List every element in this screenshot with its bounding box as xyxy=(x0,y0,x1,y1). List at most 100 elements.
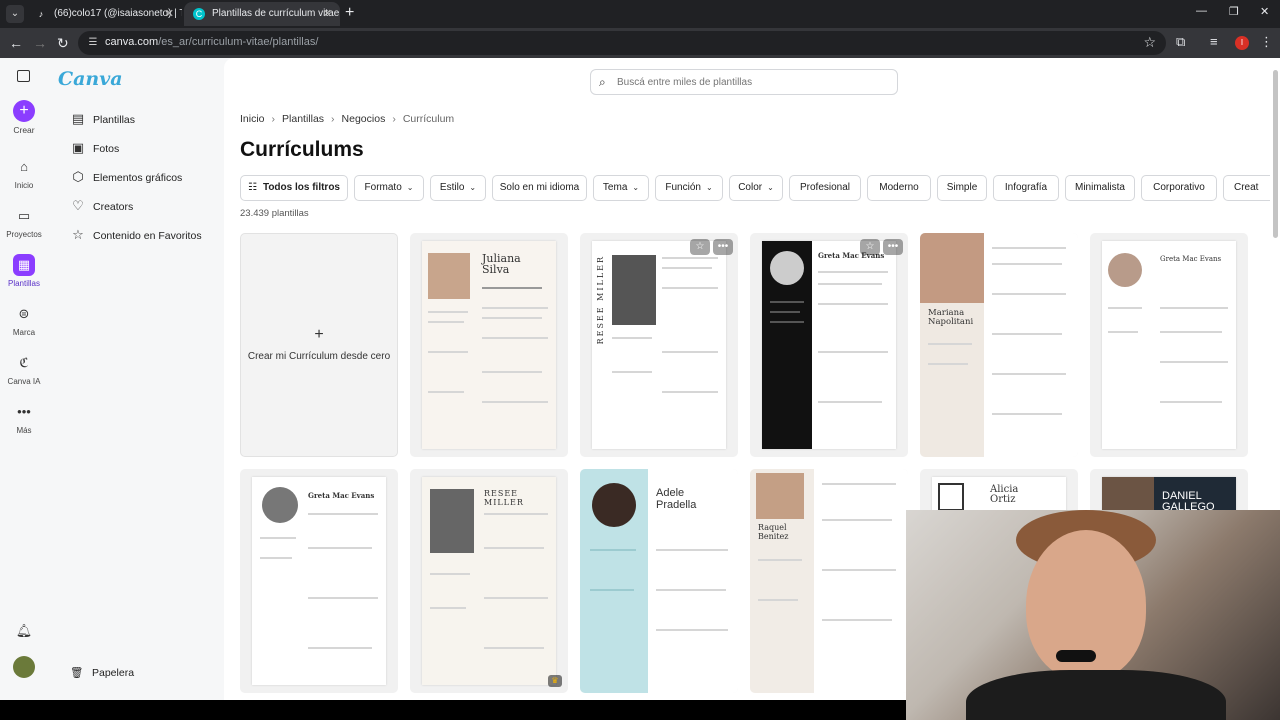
sidebar-item-creators[interactable]: ♡ Creators xyxy=(70,196,133,216)
templates-icon: ▦ xyxy=(13,254,35,276)
filter-idioma[interactable]: Solo en mi idioma xyxy=(492,175,587,201)
tab-canva[interactable]: C Plantillas de currículum vitae p ✕ xyxy=(184,2,340,26)
maximize-icon[interactable]: ❐ xyxy=(1229,5,1239,18)
sidebar-toggle-icon[interactable] xyxy=(17,70,30,82)
chip-label: Simple xyxy=(946,182,978,193)
resume-line xyxy=(818,303,888,305)
menu-dots-icon[interactable]: ⋮ xyxy=(1260,34,1273,50)
breadcrumb-plantillas[interactable]: Plantillas xyxy=(282,113,324,125)
extensions-icon[interactable]: ⧉ xyxy=(1176,34,1185,50)
trash-icon: 🗑︎ xyxy=(70,667,84,679)
rail-item-inicio[interactable]: ⌂ Inicio xyxy=(0,156,48,190)
close-icon[interactable]: ✕ xyxy=(323,2,332,26)
chip-simple[interactable]: Simple xyxy=(937,175,987,201)
resume-line xyxy=(612,371,652,373)
chip-corporativo[interactable]: Corporativo xyxy=(1141,175,1217,201)
resume-line xyxy=(590,549,636,551)
close-icon[interactable]: ✕ xyxy=(165,2,174,26)
rail-item-proyectos[interactable]: ▭ Proyectos xyxy=(0,205,48,239)
rail-item-marca[interactable]: ⊜ Marca xyxy=(0,303,48,337)
resume-line xyxy=(308,513,378,515)
reload-icon[interactable]: ↻ xyxy=(57,34,69,52)
blank-resume-card[interactable]: + Crear mi Currículum desde cero xyxy=(240,233,398,457)
filter-formato[interactable]: Formato ⌄ xyxy=(354,175,424,201)
tab-tiktok[interactable]: ♪ (66)colo17 (@isaiasoneto) | TikT ✕ xyxy=(26,2,182,26)
resume-photo xyxy=(592,483,636,527)
template-card[interactable]: Adele Pradella xyxy=(580,469,738,693)
sidebar-item-elementos[interactable]: ⬡ Elementos gráficos xyxy=(70,167,182,187)
more-options-icon[interactable]: ••• xyxy=(883,239,903,255)
menu-label: Elementos gráficos xyxy=(93,172,183,184)
menu-label: Contenido en Favoritos xyxy=(93,230,202,242)
resume-line xyxy=(822,619,892,621)
resume-line xyxy=(428,391,464,393)
rail-item-canva-ia[interactable]: ℭ Canva IA xyxy=(0,352,48,386)
favorite-star-icon[interactable]: ☆ xyxy=(860,239,880,255)
chip-label: Corporativo xyxy=(1153,182,1205,193)
filter-funcion[interactable]: Función ⌄ xyxy=(655,175,723,201)
forward-icon[interactable]: → xyxy=(33,34,47,52)
template-icon: ▤ xyxy=(71,111,85,126)
template-card[interactable]: RESEE MILLER ☆ ••• xyxy=(580,233,738,457)
resume-thumbnail: Greta Mac Evans xyxy=(1102,241,1236,449)
user-avatar[interactable] xyxy=(0,656,48,681)
sidebar-item-fotos[interactable]: ▣ Fotos xyxy=(70,138,119,158)
chevron-down-icon: ⌄ xyxy=(705,183,713,192)
rail-item-mas[interactable]: ••• Más xyxy=(0,401,48,435)
resume-photo xyxy=(1108,253,1142,287)
template-card[interactable]: Greta Mac Evans ☆ ••• xyxy=(750,233,908,457)
blank-resume-label: Crear mi Currículum desde cero xyxy=(247,351,391,362)
sidebar-item-favoritos[interactable]: ☆ Contenido en Favoritos xyxy=(70,225,202,245)
browser-window: ⌄ ♪ (66)colo17 (@isaiasoneto) | TikT ✕ C… xyxy=(0,0,1280,720)
favorite-star-icon[interactable]: ☆ xyxy=(690,239,710,255)
template-card[interactable]: Raquel Benitez xyxy=(750,469,908,693)
more-icon: ••• xyxy=(17,404,31,419)
site-info-icon[interactable]: ☰ xyxy=(86,36,100,50)
back-icon[interactable]: ← xyxy=(9,34,23,52)
chevron-right-icon: › xyxy=(392,113,396,125)
template-card[interactable]: Greta Mac Evans xyxy=(1090,233,1248,457)
more-options-icon[interactable]: ••• xyxy=(713,239,733,255)
filter-tema[interactable]: Tema ⌄ xyxy=(593,175,649,201)
breadcrumb-negocios[interactable]: Negocios xyxy=(342,113,386,125)
chip-label: Solo en mi idioma xyxy=(499,182,580,193)
filter-estilo[interactable]: Estilo ⌄ xyxy=(430,175,486,201)
search-bar[interactable]: ⌕ xyxy=(590,69,898,95)
template-card[interactable]: Mariana Napolitani xyxy=(920,233,1078,457)
rail-create[interactable]: + Crear xyxy=(0,100,48,135)
resume-photo xyxy=(920,233,984,303)
profile-avatar[interactable]: I xyxy=(1235,36,1249,50)
chip-moderno[interactable]: Moderno xyxy=(867,175,931,201)
resume-line xyxy=(662,257,718,259)
notifications-bell[interactable]: 🔔︎ xyxy=(0,620,48,645)
chip-minimalista[interactable]: Minimalista xyxy=(1065,175,1135,201)
bookmark-star-icon[interactable]: ☆ xyxy=(1143,34,1156,51)
media-icon[interactable]: ≡ xyxy=(1210,34,1218,49)
template-card[interactable]: Juliana Silva xyxy=(410,233,568,457)
resume-line xyxy=(992,373,1066,375)
scrollbar-thumb[interactable] xyxy=(1273,70,1278,238)
canva-icon: C xyxy=(193,8,205,20)
resume-name: Raquel Benitez xyxy=(758,523,789,541)
omnibox[interactable]: ☰ canva.com/es_ar/curriculum-vitae/plant… xyxy=(78,31,1166,55)
resume-name: RESEE MILLER xyxy=(596,255,605,345)
url-text: canva.com/es_ar/curriculum-vitae/plantil… xyxy=(105,36,319,48)
template-card[interactable]: RESEE MILLER ♛ xyxy=(410,469,568,693)
minimize-icon[interactable]: — xyxy=(1196,5,1207,17)
breadcrumb-inicio[interactable]: Inicio xyxy=(240,113,265,125)
chip-creativo[interactable]: Creat xyxy=(1223,175,1270,201)
breadcrumb-curriculum: Currículum xyxy=(402,113,455,125)
all-filters-button[interactable]: ☷ Todos los filtros xyxy=(240,175,348,201)
sidebar-item-papelera[interactable]: 🗑︎ Papelera xyxy=(70,666,134,679)
rail-item-plantillas[interactable]: ▦ Plantillas xyxy=(0,254,48,288)
canva-logo[interactable]: Canva xyxy=(58,68,123,90)
chip-infografia[interactable]: Infografía xyxy=(993,175,1059,201)
search-input[interactable] xyxy=(617,74,887,91)
chip-profesional[interactable]: Profesional xyxy=(789,175,861,201)
new-tab-button[interactable]: + xyxy=(345,4,354,22)
filter-color[interactable]: Color ⌄ xyxy=(729,175,783,201)
tab-search-icon[interactable]: ⌄ xyxy=(6,5,24,23)
template-card[interactable]: Greta Mac Evans xyxy=(240,469,398,693)
sidebar-item-plantillas[interactable]: ▤ Plantillas xyxy=(70,109,135,129)
close-window-icon[interactable]: ✕ xyxy=(1260,5,1269,18)
